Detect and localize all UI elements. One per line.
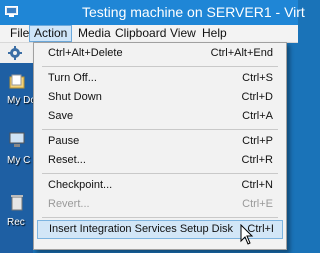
menu-media[interactable]: Media [74,25,115,42]
menu-item-label: Shut Down [48,91,102,103]
menu-action[interactable]: Action [29,25,73,42]
menu-item-revert: Revert... Ctrl+E [37,195,281,214]
menu-item-label: Revert... [48,198,90,210]
menu-item-shortcut: Ctrl+A [242,110,273,122]
menu-item-label: Turn Off... [48,72,97,84]
menu-separator [42,66,278,67]
menu-item-label: Checkpoint... [48,179,113,191]
computer-icon[interactable] [8,131,26,149]
menu-item-save[interactable]: Save Ctrl+A [37,107,281,126]
menu-item-label: Save [48,110,74,122]
menu-item-pause[interactable]: Pause Ctrl+P [37,132,281,151]
menu-item-shortcut: Ctrl+S [242,72,273,84]
menu-separator [42,217,278,218]
menu-help[interactable]: Help [198,25,231,42]
menu-item-label: Reset... [48,154,86,166]
window-title-bar[interactable]: Testing machine on SERVER1 - Virt [0,0,305,25]
menu-item-shortcut: Ctrl+Alt+End [210,47,273,59]
desktop-icon-label: My Do [7,95,36,106]
menu-item-checkpoint[interactable]: Checkpoint... Ctrl+N [37,176,281,195]
menu-item-label: Pause [48,135,80,147]
documents-icon[interactable] [8,73,26,91]
mouse-pointer-icon [240,224,254,245]
desktop-icon-label: My C [7,155,31,166]
menu-view[interactable]: View [166,25,200,42]
menu-item-shut-down[interactable]: Shut Down Ctrl+D [37,88,281,107]
menu-separator [42,173,278,174]
menu-item-reset[interactable]: Reset... Ctrl+R [37,151,281,170]
action-menu: Ctrl+Alt+Delete Ctrl+Alt+End Turn Off...… [33,42,287,250]
desktop-icon-label: Rec [7,217,25,228]
menu-item-shortcut: Ctrl+D [241,91,273,103]
menu-item-shortcut: Ctrl+R [241,154,273,166]
menu-item-label: Insert Integration Services Setup Disk [49,223,234,235]
settings-icon[interactable] [8,46,22,60]
menu-item-shortcut: Ctrl+N [241,179,273,191]
menu-item-ctrl-alt-delete[interactable]: Ctrl+Alt+Delete Ctrl+Alt+End [37,44,281,63]
menu-clipboard[interactable]: Clipboard [111,25,170,42]
menu-separator [42,129,278,130]
menu-bar: File Action Media Clipboard View Help [0,25,298,43]
recycle-bin-icon[interactable] [8,193,26,211]
vm-connection-icon [5,6,18,17]
menu-item-turn-off[interactable]: Turn Off... Ctrl+S [37,69,281,88]
menu-item-label: Ctrl+Alt+Delete [48,47,123,59]
menu-item-shortcut: Ctrl+P [242,135,273,147]
window-title: Testing machine on SERVER1 - Virt [82,4,305,20]
menu-item-shortcut: Ctrl+E [242,198,273,210]
guest-desktop: My Do My C Rec [0,63,36,253]
